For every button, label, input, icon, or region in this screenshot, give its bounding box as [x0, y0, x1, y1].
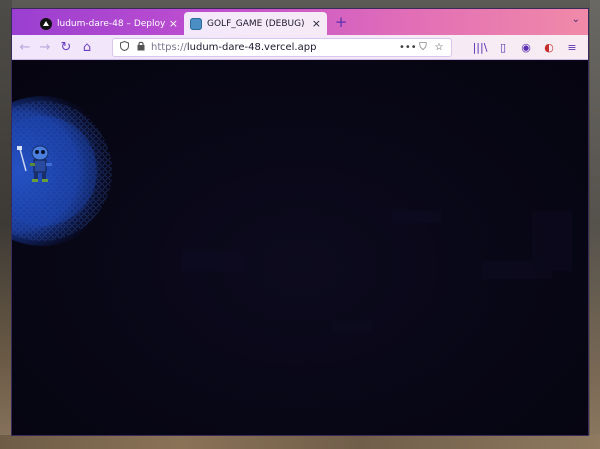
navigation-toolbar: ← → ↻ ⌂ https://ludum-dare-48.vercel.app… [12, 35, 588, 60]
url-text: https://ludum-dare-48.vercel.app [151, 42, 316, 53]
url-host: ludum-dare-48.vercel.app [186, 42, 317, 53]
tab-title: ludum-dare-48 – Deployment [57, 18, 165, 29]
game-favicon-icon [190, 17, 202, 30]
background-terrain [182, 211, 572, 331]
shield-icon[interactable] [117, 40, 131, 54]
forward-button[interactable]: → [36, 39, 54, 56]
url-actions: ••• ⛉ ☆ [399, 42, 447, 53]
game-canvas[interactable] [12, 61, 588, 435]
tab-golf-game[interactable]: GOLF_GAME (DEBUG) × [184, 12, 327, 35]
vercel-triangle-icon [40, 17, 52, 30]
browser-window: ludum-dare-48 – Deployment × GOLF_GAME (… [11, 8, 589, 436]
extension-icon[interactable]: ◐ [539, 39, 559, 56]
tab-strip: ludum-dare-48 – Deployment × GOLF_GAME (… [12, 9, 588, 35]
desktop-background-bottom [0, 435, 600, 449]
new-tab-button[interactable]: + [332, 13, 350, 31]
desktop-background-right [590, 0, 600, 449]
reload-button[interactable]: ↻ [57, 39, 75, 56]
bookmark-star-icon[interactable]: ☆ [431, 42, 447, 53]
page-viewport[interactable] [12, 61, 588, 435]
library-icon[interactable]: |||\ [470, 39, 490, 56]
tab-deployment[interactable]: ludum-dare-48 – Deployment × [34, 12, 184, 35]
back-button[interactable]: ← [16, 39, 34, 56]
close-icon[interactable]: × [169, 18, 178, 29]
lock-icon[interactable] [135, 41, 147, 54]
sidebar-icon[interactable]: ▯ [493, 39, 513, 56]
tab-title: GOLF_GAME (DEBUG) [207, 18, 305, 29]
light-glow [12, 96, 117, 246]
home-button[interactable]: ⌂ [78, 39, 96, 56]
account-icon[interactable]: ◉ [516, 39, 536, 56]
address-bar[interactable]: https://ludum-dare-48.vercel.app ••• ⛉ ☆ [112, 38, 452, 57]
url-scheme: https:// [151, 42, 187, 53]
page-actions-icon[interactable]: ••• [399, 42, 417, 53]
close-icon[interactable]: × [312, 18, 321, 29]
pocket-icon[interactable]: ⛉ [415, 42, 431, 53]
hamburger-menu-icon[interactable]: ≡ [562, 39, 582, 56]
chevron-down-icon[interactable]: ⌄ [572, 14, 580, 25]
toolbar-icons: |||\ ▯ ◉ ◐ ≡ [467, 39, 582, 56]
